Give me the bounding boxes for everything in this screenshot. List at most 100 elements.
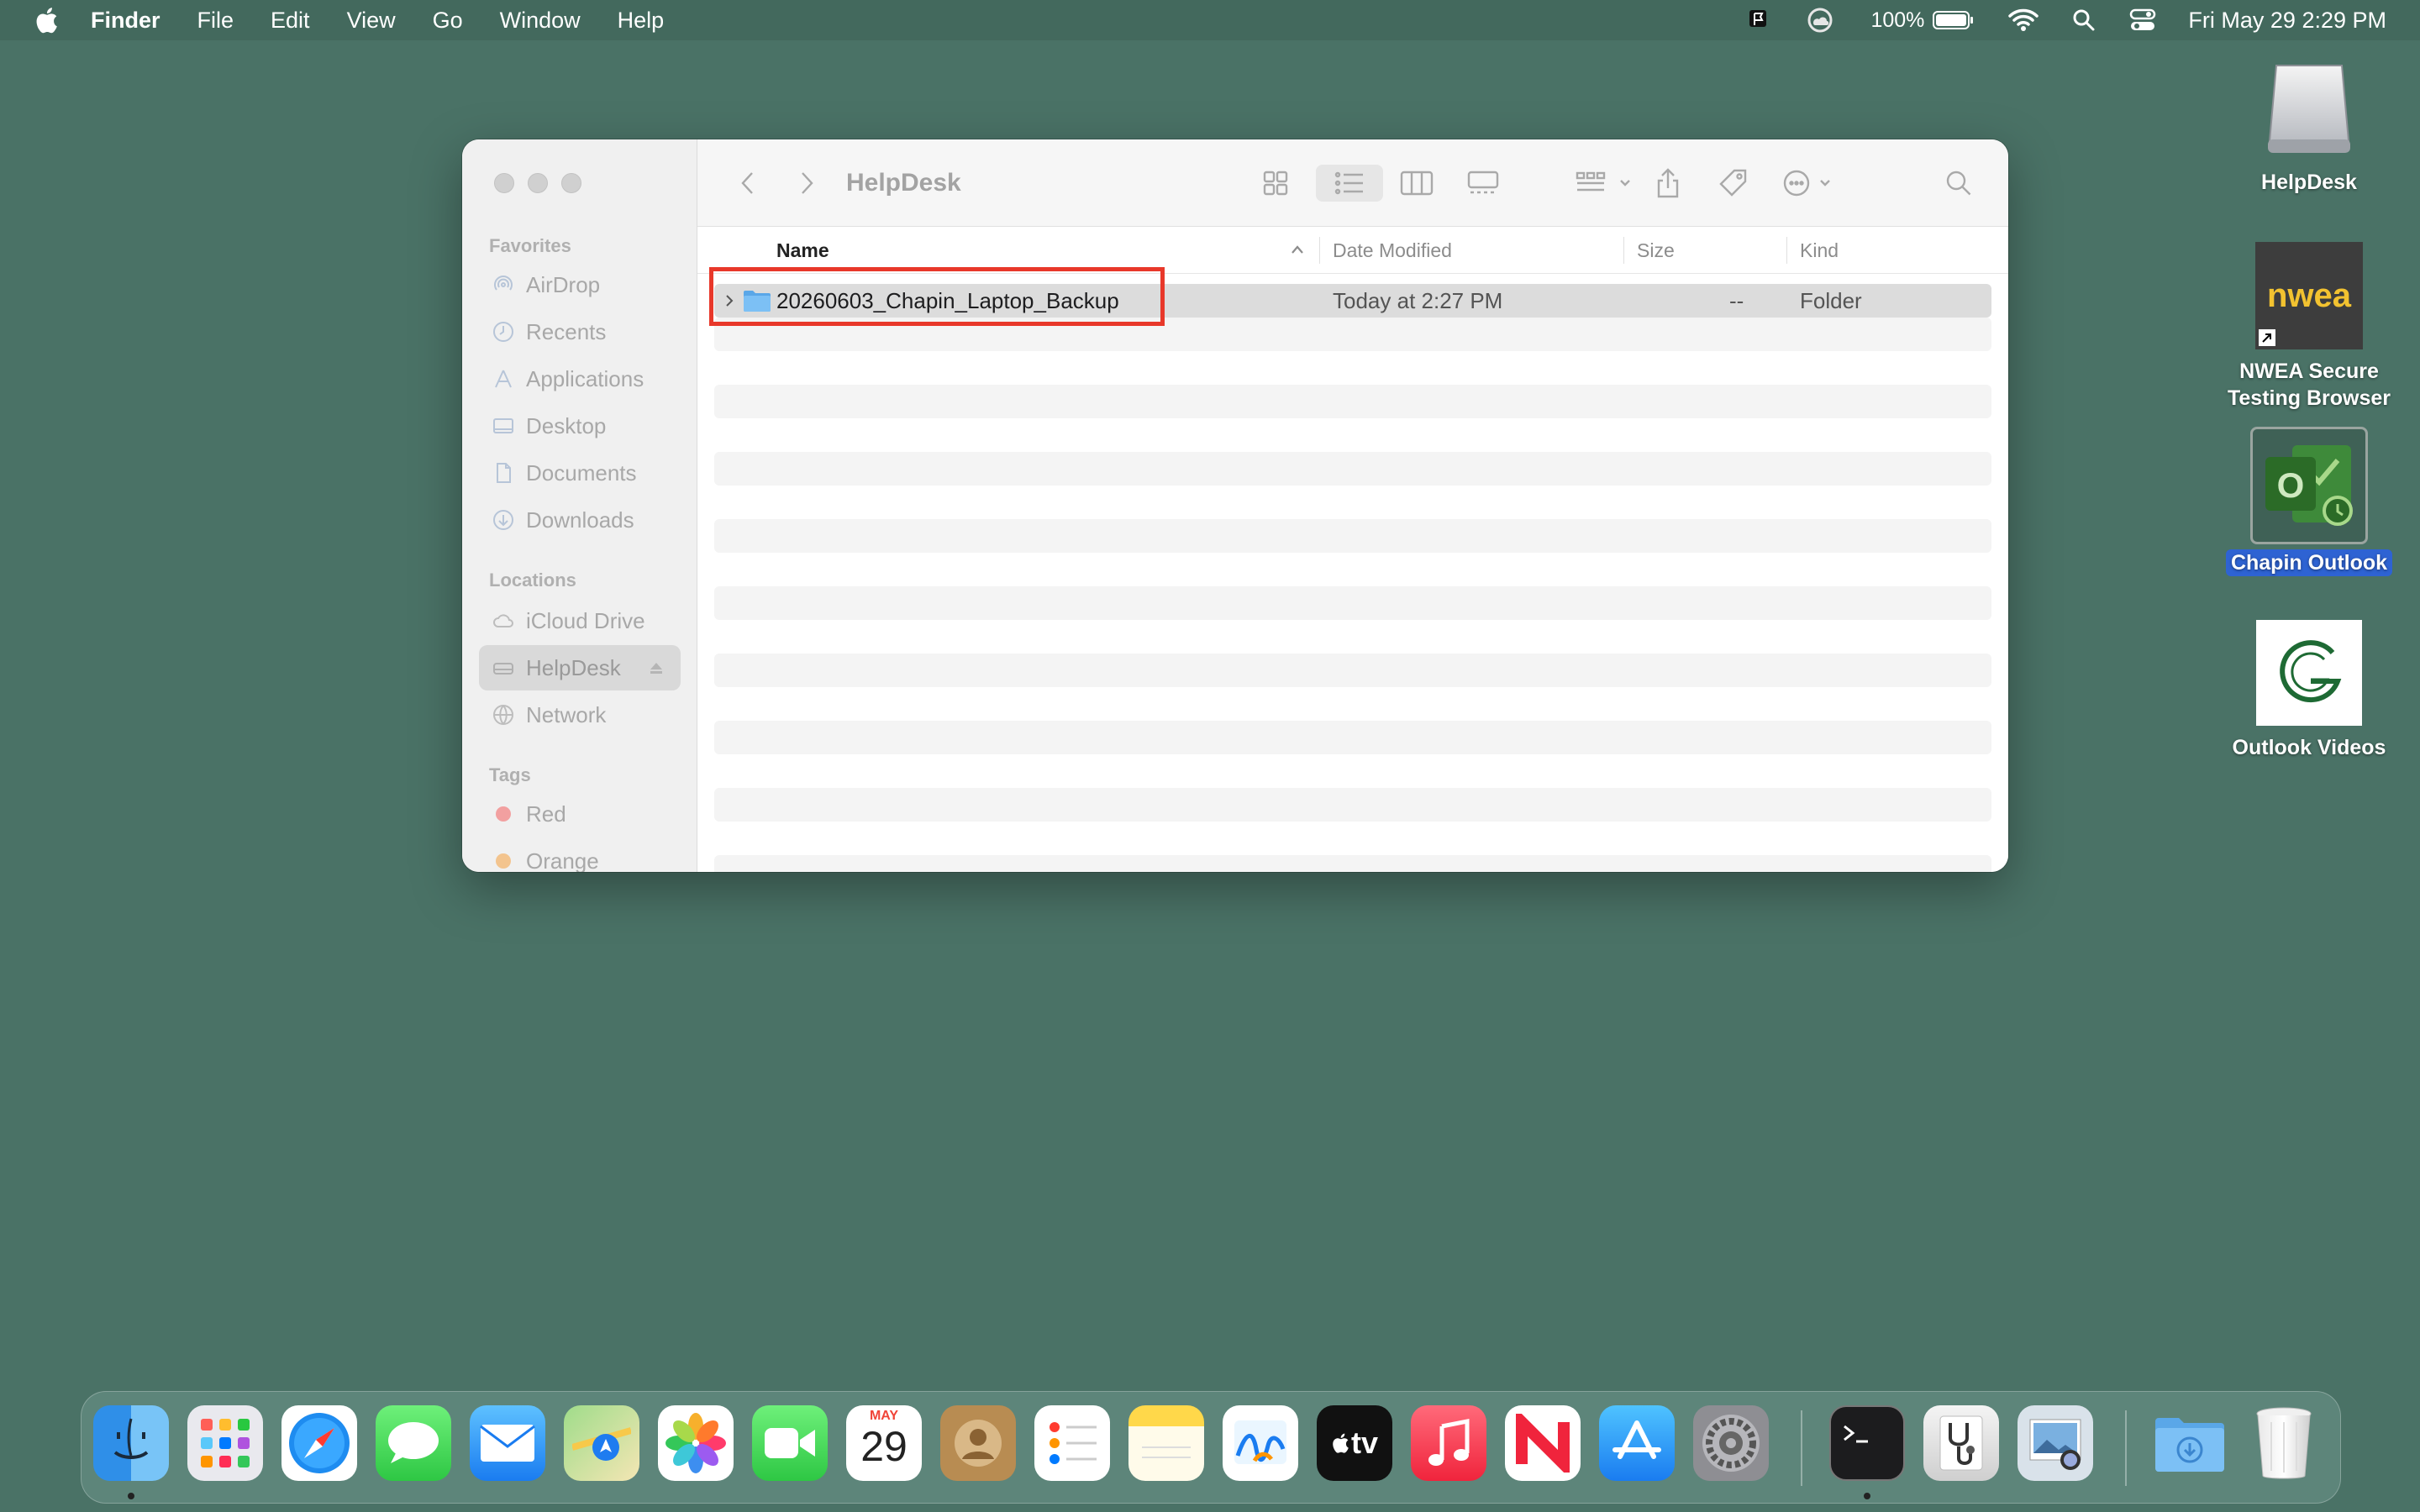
list-view-button[interactable]: [1316, 165, 1383, 202]
desktop-icon-chapin-outlook[interactable]: O Chapin Outlook: [2217, 427, 2402, 576]
desktop-icon-label-line1: NWEA Secure: [2239, 360, 2379, 383]
desktop-icon-nwea-secure-testing-browser[interactable]: nwea NWEA Secure Testing Browser: [2217, 242, 2402, 412]
sidebar-item-network[interactable]: Network: [479, 692, 681, 738]
creative-cloud-icon[interactable]: [1803, 8, 1837, 33]
battery-percent: 100%: [1870, 8, 1925, 32]
sidebar-item-icloud-drive[interactable]: iCloud Drive: [479, 598, 681, 643]
gallery-view-button[interactable]: [1458, 165, 1508, 202]
dock-reminders[interactable]: [1034, 1405, 1110, 1481]
menu-go[interactable]: Go: [433, 8, 463, 34]
column-view-button[interactable]: [1392, 165, 1442, 202]
sidebar-item-applications[interactable]: Applications: [479, 356, 681, 402]
wifi-icon[interactable]: [2008, 8, 2039, 32]
list-stripe: [714, 788, 1991, 822]
apple-tv-label: tv: [1350, 1425, 1378, 1460]
sidebar-section-favorites: Favorites: [489, 235, 571, 256]
dock-terminal[interactable]: [1829, 1405, 1905, 1481]
column-divider[interactable]: [1786, 237, 1787, 264]
list-stripe: [714, 721, 1991, 754]
dock-freeform[interactable]: [1223, 1405, 1298, 1481]
disclosure-triangle-icon[interactable]: [724, 294, 734, 307]
svg-text:O: O: [2277, 465, 2305, 505]
launchpad-grid-icon: [201, 1419, 250, 1467]
sidebar-item-downloads[interactable]: Downloads: [479, 497, 681, 543]
dock-photos[interactable]: [658, 1405, 734, 1481]
sidebar-item-airdrop[interactable]: AirDrop: [479, 262, 681, 307]
column-header-date-modified[interactable]: Date Modified: [1333, 227, 1452, 274]
network-globe-icon: [491, 702, 516, 727]
window-title: HelpDesk: [846, 169, 961, 197]
dock-news[interactable]: [1505, 1405, 1581, 1481]
column-divider[interactable]: [1623, 237, 1624, 264]
dock-app-store[interactable]: [1599, 1405, 1675, 1481]
file-list[interactable]: 20260603_Chapin_Laptop_Backup Today at 2…: [697, 274, 2008, 872]
column-header-kind[interactable]: Kind: [1800, 227, 1839, 274]
menu-edit[interactable]: Edit: [271, 8, 310, 34]
sort-ascending-icon[interactable]: [1290, 244, 1305, 255]
sidebar-item-recents[interactable]: Recents: [479, 309, 681, 354]
tags-button[interactable]: [1712, 165, 1754, 202]
sidebar-item-label: AirDrop: [526, 271, 601, 297]
dock-downloads-folder[interactable]: [2152, 1405, 2228, 1481]
dock-messages[interactable]: [376, 1405, 451, 1481]
tag-icon: [1719, 169, 1747, 197]
menu-app-finder[interactable]: Finder: [91, 8, 160, 34]
freeform-scribble-icon: [1234, 1420, 1286, 1464]
back-button[interactable]: [731, 165, 765, 202]
dock-notes[interactable]: [1128, 1405, 1204, 1481]
spotlight-search-icon[interactable]: [2072, 8, 2096, 32]
desktop-icon-helpdesk[interactable]: HelpDesk: [2217, 55, 2402, 196]
dock-trash[interactable]: [2246, 1405, 2322, 1481]
chat-bubble-icon: [388, 1422, 439, 1463]
sidebar-item-tag-orange[interactable]: Orange: [479, 838, 681, 872]
dock-calendar[interactable]: MAY 29: [846, 1405, 922, 1481]
minimize-button[interactable]: [528, 173, 548, 193]
menu-bar-clock[interactable]: Fri May 29 2:29 PM: [2188, 8, 2386, 34]
group-by-button[interactable]: [1571, 165, 1639, 202]
sidebar-item-desktop[interactable]: Desktop: [479, 403, 681, 449]
menu-help[interactable]: Help: [618, 8, 665, 34]
sidebar-item-tag-red[interactable]: Red: [479, 791, 681, 837]
table-row[interactable]: 20260603_Chapin_Laptop_Backup Today at 2…: [714, 284, 1991, 318]
dock-maps[interactable]: [564, 1405, 639, 1481]
menu-window[interactable]: Window: [500, 8, 581, 34]
dock-mail[interactable]: [470, 1405, 545, 1481]
desktop-icon-outlook-videos[interactable]: Outlook Videos: [2217, 620, 2402, 761]
column-header-name[interactable]: Name: [776, 227, 829, 274]
column-divider[interactable]: [1319, 237, 1320, 264]
zoom-button[interactable]: [561, 173, 581, 193]
file-date-modified: Today at 2:27 PM: [1333, 288, 1503, 313]
eject-icon[interactable]: [649, 660, 664, 675]
sidebar-item-helpdesk[interactable]: HelpDesk: [479, 645, 681, 690]
dock-music[interactable]: [1411, 1405, 1486, 1481]
dock-safari[interactable]: [281, 1405, 357, 1481]
share-button[interactable]: [1647, 165, 1689, 202]
battery-icon[interactable]: [1933, 10, 1975, 30]
sidebar-item-label: Applications: [526, 365, 644, 391]
forward-button[interactable]: [790, 165, 823, 202]
column-header-size[interactable]: Size: [1637, 227, 1675, 274]
dock-apple-tv[interactable]: tv: [1317, 1405, 1392, 1481]
sidebar-item-documents[interactable]: Documents: [479, 450, 681, 496]
menu-file[interactable]: File: [197, 8, 234, 34]
outlook-icon: O: [2265, 445, 2353, 526]
dock-preview[interactable]: [2018, 1405, 2093, 1481]
menu-view[interactable]: View: [347, 8, 396, 34]
desktop-icon-label: HelpDesk: [2261, 171, 2357, 194]
icon-view-button[interactable]: [1252, 165, 1299, 202]
clock-icon: [491, 319, 516, 344]
dock-system-settings[interactable]: [1693, 1405, 1769, 1481]
compass-icon: [289, 1413, 350, 1473]
dock-finder[interactable]: [93, 1405, 169, 1481]
action-menu-button[interactable]: [1778, 165, 1849, 202]
dock-facetime[interactable]: [752, 1405, 828, 1481]
search-button[interactable]: [1938, 165, 1980, 202]
dock-contacts[interactable]: [940, 1405, 1016, 1481]
close-button[interactable]: [494, 173, 514, 193]
dock-system-information[interactable]: [1923, 1405, 1999, 1481]
control-center-icon[interactable]: [2129, 8, 2156, 33]
downloads-folder-icon: [2155, 1418, 2224, 1472]
dock-launchpad[interactable]: [187, 1405, 263, 1481]
flag-status-icon[interactable]: [1748, 8, 1770, 32]
apple-menu-icon[interactable]: [34, 6, 59, 34]
